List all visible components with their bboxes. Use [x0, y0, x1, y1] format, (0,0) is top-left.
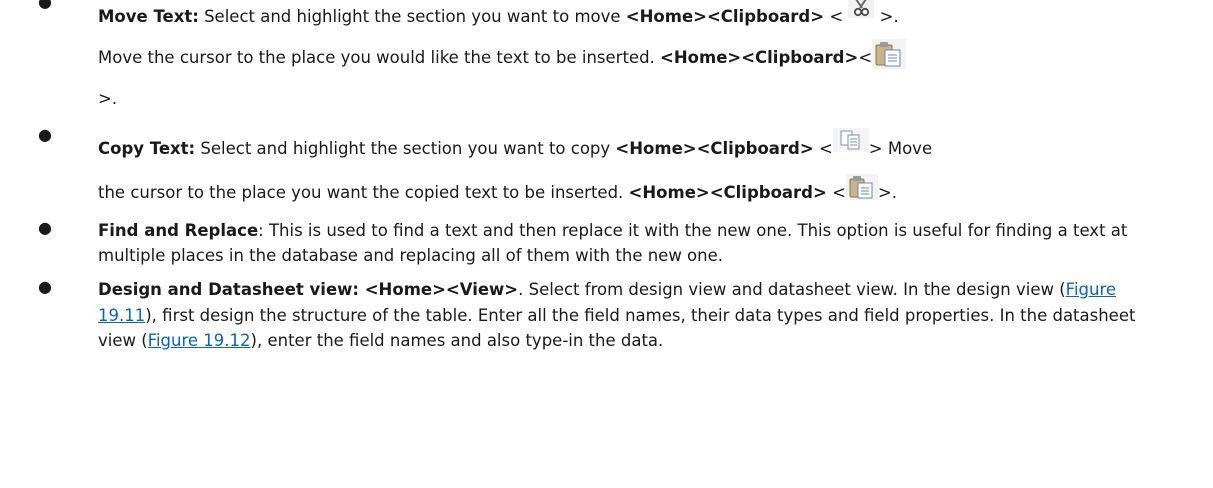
bullet-copy-text: ● Copy Text: Select and highlight the se… [0, 125, 1178, 215]
bullet-move-text: ● Move Text: Select and highlight the se… [0, 0, 1178, 119]
clipboard-paste-icon [872, 39, 907, 69]
copy-text-label: Copy Text: [98, 139, 196, 158]
bullet-dot: ● [38, 0, 52, 11]
find-replace-label: Find and Replace [98, 221, 259, 240]
copy-text-line1: Copy Text: Select and highlight the sect… [98, 125, 1178, 171]
copy-text-line2: the cursor to the place you want the cop… [98, 171, 1178, 215]
move-text-line1: Move Text: Select and highlight the sect… [98, 0, 1178, 37]
design-datasheet-text: Design and Datasheet view: <Home><View>.… [98, 280, 1136, 350]
move-text-line3: >. [98, 89, 118, 108]
document-page: ● Move Text: Select and highlight the se… [0, 0, 1213, 488]
design-datasheet-label: Design and Datasheet view: <Home><View> [98, 280, 519, 299]
bullet-dot: ● [38, 125, 52, 144]
find-replace-text: Find and Replace: This is used to find a… [98, 221, 1128, 265]
bullet-dot: ● [38, 277, 52, 296]
clipboard-paste-icon [845, 173, 878, 200]
bullet-dot: ● [38, 218, 52, 237]
scissors-icon [848, 0, 875, 18]
bullet-find-replace: ● Find and Replace: This is used to find… [0, 218, 1178, 268]
figure-19-12-link[interactable]: Figure 19.12 [148, 331, 251, 350]
move-text-label: Move Text: [98, 7, 199, 26]
bullet-design-datasheet: ● Design and Datasheet view: <Home><View… [0, 277, 1178, 354]
move-text-line2: Move the cursor to the place you would l… [98, 37, 1178, 78]
copy-icon [832, 125, 869, 152]
